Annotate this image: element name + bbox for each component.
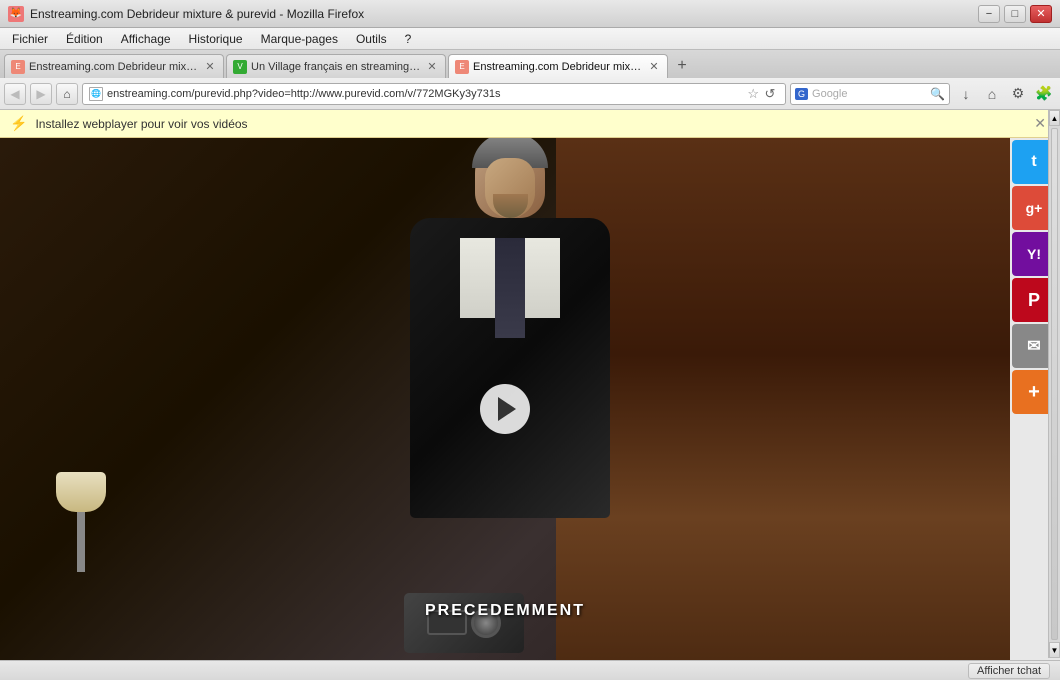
url-text: enstreaming.com/purevid.php?video=http:/… (107, 88, 745, 100)
chat-button[interactable]: Afficher tchat (968, 663, 1050, 679)
menu-marquepages[interactable]: Marque-pages (253, 30, 346, 48)
content-area: PRECEDEMMENT ▶ 00:03 46:55 🔊 (0, 138, 1010, 680)
scroll-down-button[interactable]: ▼ (1049, 642, 1060, 658)
tab-2[interactable]: E Enstreaming.com Debrideur mixture ... … (448, 54, 668, 78)
tab-label-0: Enstreaming.com Debrideur mixture ... (29, 61, 199, 73)
back-button[interactable]: ◀ (4, 83, 26, 105)
settings-icon[interactable]: ⚙ (1006, 82, 1030, 106)
home-button[interactable]: ⌂ (56, 83, 78, 105)
pinterest-icon: P (1028, 290, 1040, 311)
title-bar: 🦊 Enstreaming.com Debrideur mixture & pu… (0, 0, 1060, 28)
search-bar[interactable]: G Google 🔍 (790, 83, 950, 105)
minimize-button[interactable]: − (978, 5, 1000, 23)
video-still: PRECEDEMMENT (0, 138, 1010, 680)
menu-help[interactable]: ? (397, 30, 420, 48)
close-button[interactable]: ✕ (1030, 5, 1052, 23)
play-button[interactable] (480, 384, 530, 434)
toolbar-icons: ↓ ⌂ ⚙ 🧩 (954, 82, 1056, 106)
maximize-button[interactable]: □ (1004, 5, 1026, 23)
tab-close-0[interactable]: ✕ (203, 60, 217, 74)
tab-label-2: Enstreaming.com Debrideur mixture ... (473, 61, 643, 73)
menu-outils[interactable]: Outils (348, 30, 395, 48)
scroll-up-button[interactable]: ▲ (1049, 110, 1060, 126)
firefox-icon: 🦊 (8, 6, 24, 22)
social-sidebar: t g+ Y! P ✉ + ▲ ▼ (1010, 138, 1060, 680)
tab-favicon-0: E (11, 60, 25, 74)
tab-1[interactable]: V Un Village français en streaming - Dp.… (226, 54, 446, 78)
google-icon: G (795, 88, 808, 100)
refresh-button[interactable]: ↺ (761, 85, 779, 103)
tab-favicon-1: V (233, 60, 247, 74)
notification-bar: ⚡ Installez webplayer pour voir vos vidé… (0, 110, 1060, 138)
person-body (410, 218, 610, 518)
bookmark-star-icon[interactable]: ☆ (747, 86, 759, 102)
video-frame[interactable]: PRECEDEMMENT ▶ 00:03 46:55 🔊 (0, 138, 1010, 680)
download-icon[interactable]: ↓ (954, 82, 978, 106)
search-go-button[interactable]: 🔍 (930, 87, 945, 101)
menu-affichage[interactable]: Affichage (113, 30, 179, 48)
lamp-decoration (51, 472, 111, 572)
mail-icon: ✉ (1027, 336, 1040, 356)
browser-body: PRECEDEMMENT ▶ 00:03 46:55 🔊 (0, 138, 1060, 680)
menu-bar: Fichier Édition Affichage Historique Mar… (0, 28, 1060, 50)
add-icon: + (1028, 381, 1040, 404)
tab-label-1: Un Village français en streaming - Dp... (251, 61, 421, 73)
play-triangle-icon (498, 397, 516, 421)
yahoo-icon: Y! (1027, 246, 1041, 262)
address-bar: ◀ ▶ ⌂ 🌐 enstreaming.com/purevid.php?vide… (0, 78, 1060, 110)
tab-bar: E Enstreaming.com Debrideur mixture ... … (0, 50, 1060, 78)
person-tie (495, 238, 525, 338)
twitter-icon: t (1031, 153, 1036, 171)
notification-icon: ⚡ (10, 115, 27, 132)
menu-fichier[interactable]: Fichier (4, 30, 56, 48)
scroll-thumb[interactable] (1051, 128, 1058, 640)
tab-favicon-2: E (455, 60, 469, 74)
googleplus-icon: g+ (1026, 200, 1043, 216)
menu-edition[interactable]: Édition (58, 30, 111, 48)
title-bar-left: 🦊 Enstreaming.com Debrideur mixture & pu… (8, 6, 364, 22)
forward-button[interactable]: ▶ (30, 83, 52, 105)
site-favicon: 🌐 (89, 87, 103, 101)
home-icon[interactable]: ⌂ (980, 82, 1004, 106)
new-tab-button[interactable]: + (670, 54, 694, 78)
url-bar[interactable]: 🌐 enstreaming.com/purevid.php?video=http… (82, 83, 786, 105)
video-subtitle: PRECEDEMMENT (425, 602, 585, 620)
scrollbar[interactable]: ▲ ▼ (1048, 110, 1060, 658)
notification-text: Installez webplayer pour voir vos vidéos (35, 117, 247, 131)
bottom-bar: Afficher tchat (0, 660, 1060, 680)
tab-0[interactable]: E Enstreaming.com Debrideur mixture ... … (4, 54, 224, 78)
menu-historique[interactable]: Historique (181, 30, 251, 48)
window-controls[interactable]: − □ ✕ (978, 5, 1052, 23)
person-head (475, 138, 545, 218)
window-title: Enstreaming.com Debrideur mixture & pure… (30, 7, 364, 21)
lamp-shade (56, 472, 106, 512)
person-face (485, 158, 535, 218)
tab-close-2[interactable]: ✕ (647, 60, 661, 74)
search-input[interactable]: Google (812, 88, 926, 100)
extension-icon[interactable]: 🧩 (1032, 82, 1056, 106)
lamp-base (77, 512, 85, 572)
tab-close-1[interactable]: ✕ (425, 60, 439, 74)
